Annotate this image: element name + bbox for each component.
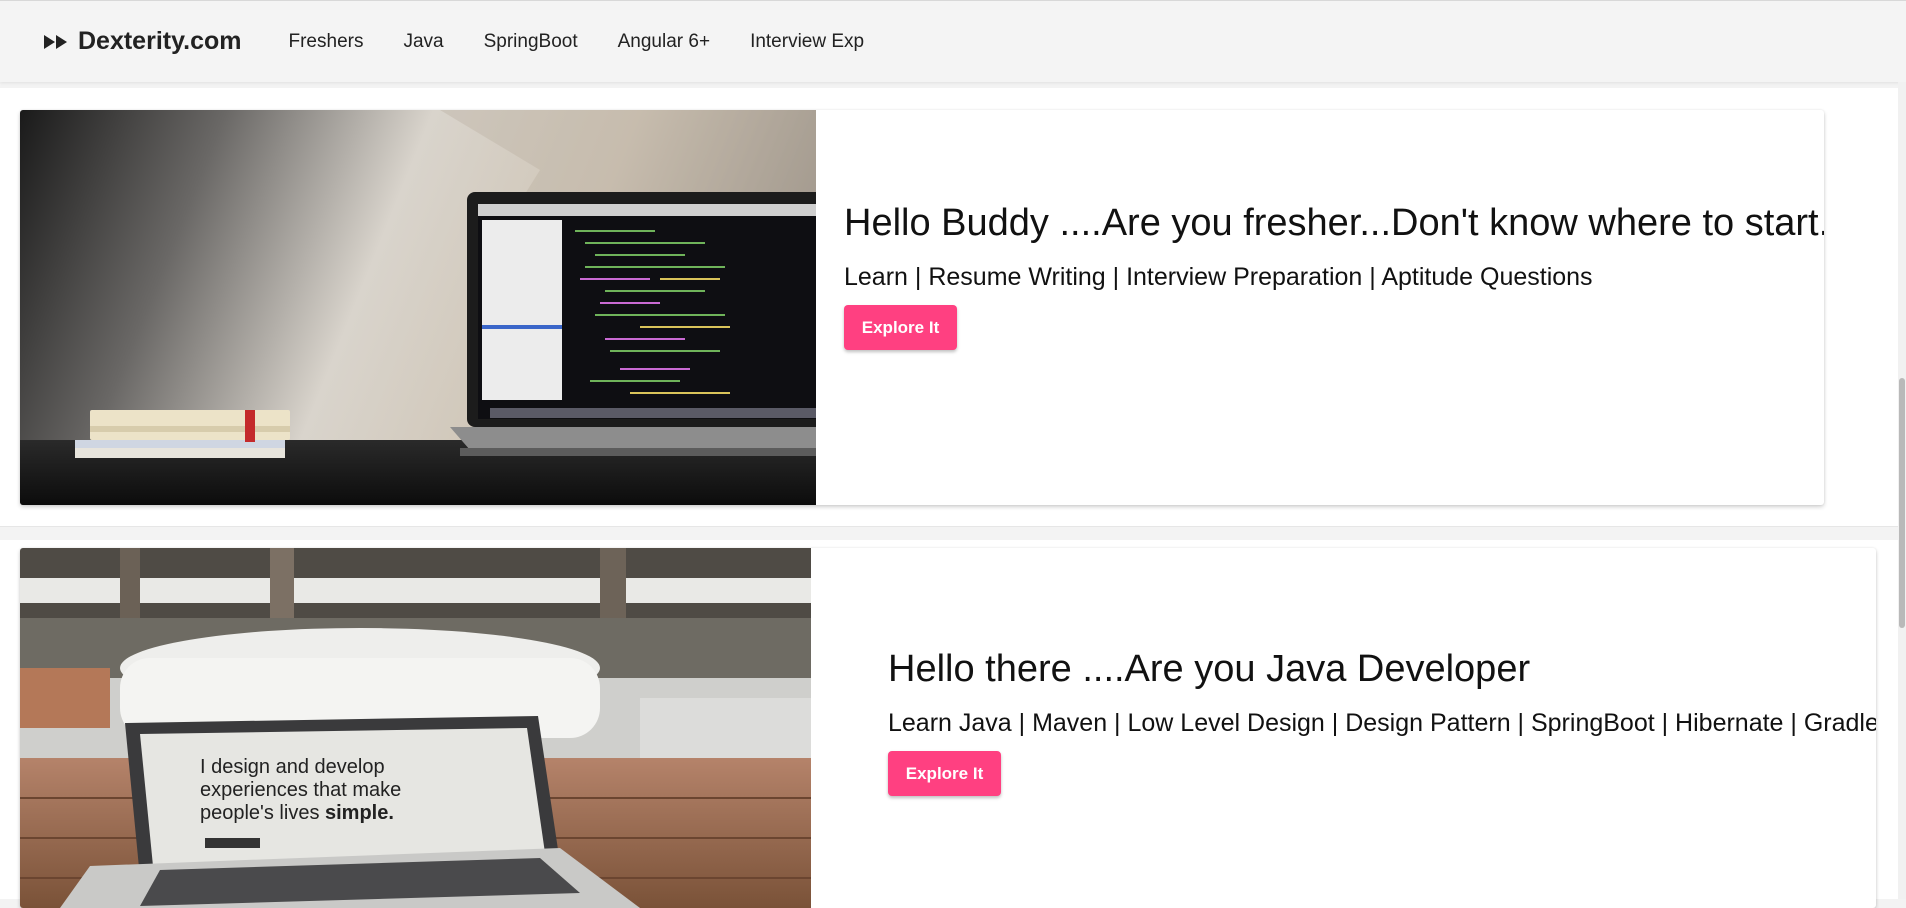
card-subtitle: Learn | Resume Writing | Interview Prepa… [844, 263, 1593, 291]
java-card: I design and develop experiences that ma… [20, 548, 1876, 908]
card-title: Hello Buddy ....Are you fresher...Don't … [844, 202, 1824, 244]
laptop-code-desk-image [20, 110, 816, 505]
page-scrollbar[interactable] [1898, 82, 1906, 899]
freshers-card: Hello Buddy ....Are you fresher...Don't … [20, 110, 1824, 505]
top-navbar: Dexterity.com Freshers Java SpringBoot A… [0, 0, 1906, 82]
nav-menu: Freshers Java SpringBoot Angular 6+ Inte… [289, 31, 905, 53]
card-subtitle: Learn Java | Maven | Low Level Design | … [888, 709, 1876, 737]
brand[interactable]: Dexterity.com [44, 27, 242, 56]
brand-name: Dexterity.com [78, 27, 242, 55]
explore-button[interactable]: Explore It [888, 751, 1001, 796]
freshers-section: Hello Buddy ....Are you fresher...Don't … [0, 88, 1906, 527]
svg-text:experiences that make: experiences that make [200, 779, 401, 801]
nav-link-angular[interactable]: Angular 6+ [618, 31, 710, 53]
nav-link-interview-exp[interactable]: Interview Exp [750, 31, 864, 53]
nav-link-java[interactable]: Java [403, 31, 443, 53]
svg-text:I design and develop: I design and develop [200, 756, 385, 778]
fast-forward-icon [44, 34, 67, 49]
explore-button[interactable]: Explore It [844, 305, 957, 350]
scroll-thumb[interactable] [1899, 378, 1905, 628]
nav-link-freshers[interactable]: Freshers [289, 31, 364, 53]
java-section: I design and develop experiences that ma… [0, 540, 1906, 908]
nav-link-springboot[interactable]: SpringBoot [484, 31, 578, 53]
laptop-cafe-image: I design and develop experiences that ma… [20, 548, 811, 908]
card-title: Hello there ....Are you Java Developer [888, 648, 1531, 690]
svg-text:people's lives simple.: people's lives simple. [200, 802, 394, 824]
